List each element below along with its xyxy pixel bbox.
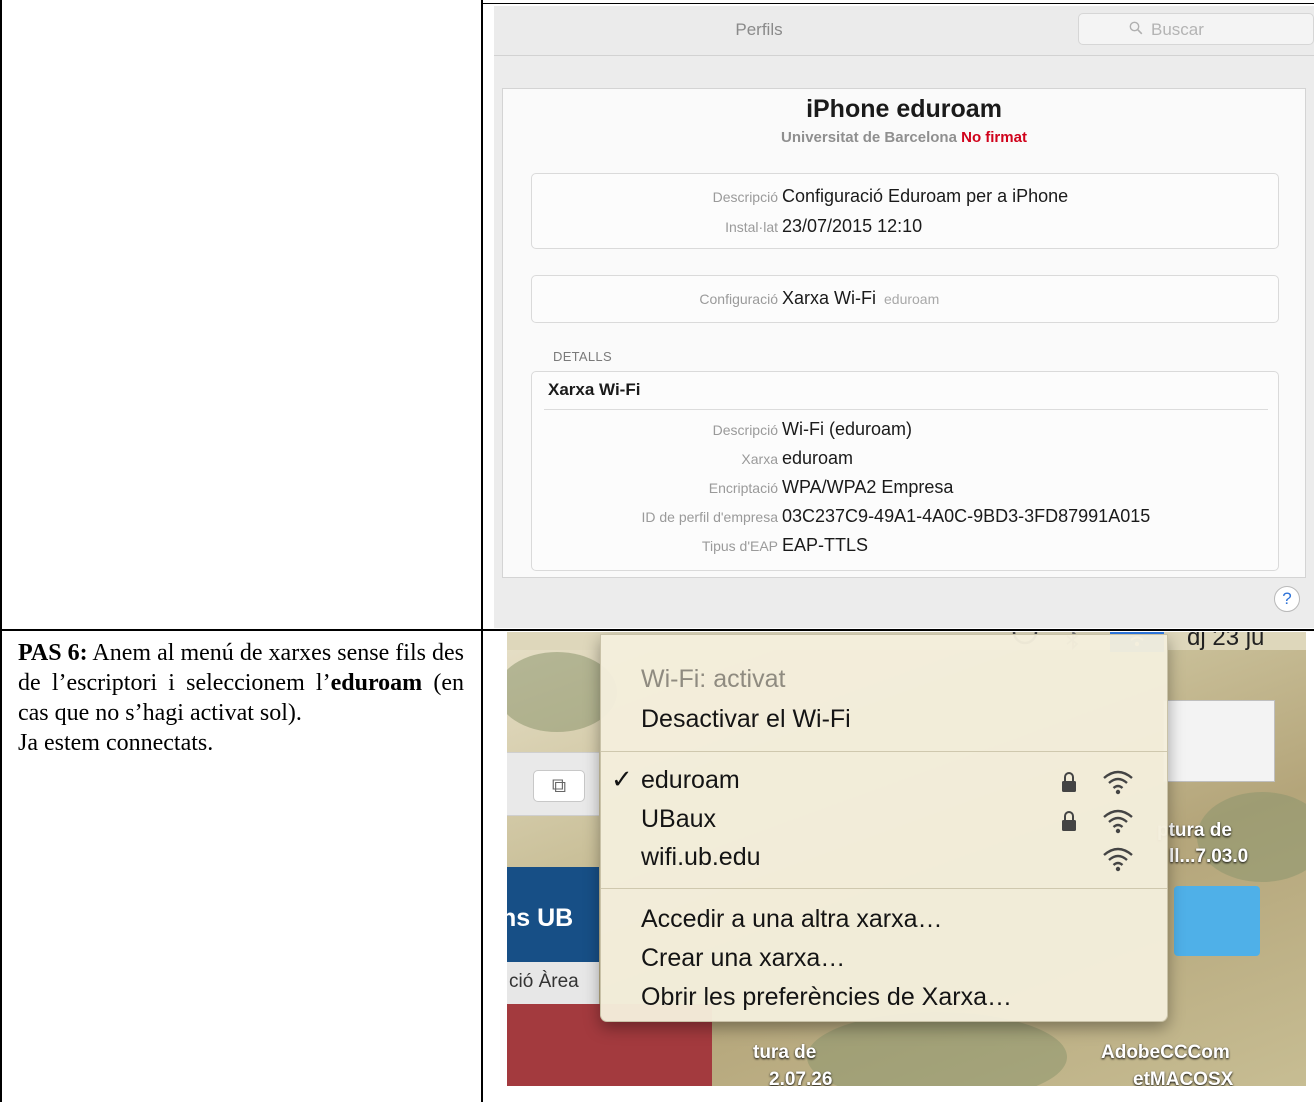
- row-value: Configuració Eduroam per a iPhone: [782, 186, 1069, 206]
- ub-banner: ns UB: [507, 867, 599, 975]
- checkmark-icon: ✓: [611, 764, 633, 794]
- profile-name: iPhone eduroam: [806, 95, 1002, 123]
- area-strip: ció Àrea: [507, 962, 599, 1006]
- lock-icon: [1062, 772, 1076, 792]
- details-section-label: DETALLS: [553, 349, 612, 364]
- table-border-left: [0, 0, 2, 1102]
- profile-organization: Universitat de Barcelona: [781, 129, 957, 146]
- network-item-ubaux[interactable]: UBaux: [641, 805, 716, 834]
- lock-icon: [1062, 811, 1076, 831]
- wifi-signal-icon: [1103, 809, 1133, 834]
- row-value: 23/07/2015 12:10: [782, 216, 923, 236]
- table-column-divider: [481, 0, 483, 1102]
- row-key: Encriptació: [708, 480, 778, 496]
- desktop-foliage: [807, 1012, 1067, 1086]
- step-highlight: eduroam: [330, 670, 423, 696]
- desktop-screenshot: dj 23 ju ⧉ ns UB ció Àrea ptura de ll...…: [507, 632, 1306, 1086]
- create-network-item[interactable]: Crear una xarxa…: [641, 944, 845, 973]
- row-key: ID de perfil d'empresa: [641, 509, 778, 525]
- desktop-file-label: AdobeCCCom: [1101, 1042, 1230, 1063]
- profile-subtitle: Universitat de Barcelona No firmat: [503, 129, 1305, 146]
- summary-row-installed: Instal·lat 23/07/2015 12:10: [532, 216, 1278, 238]
- divider: [544, 409, 1268, 410]
- row-value: eduroam: [782, 448, 854, 468]
- row-value: EAP-TTLS: [782, 535, 869, 555]
- details-row: Encriptació WPA/WPA2 Empresa: [532, 477, 1278, 499]
- folder-icon[interactable]: [1174, 886, 1260, 956]
- help-button[interactable]: ?: [1274, 586, 1300, 612]
- details-row: Descripció Wi-Fi (eduroam): [532, 419, 1278, 441]
- configuration-value: Xarxa Wi-Fi: [782, 288, 876, 308]
- join-other-network-item[interactable]: Accedir a una altra xarxa…: [641, 905, 943, 934]
- window-titlebar: Perfils Buscar: [494, 6, 1314, 56]
- desktop-file-label: etMACOSX: [1133, 1069, 1234, 1086]
- divider: [601, 751, 1167, 752]
- profiles-window: Perfils Buscar iPhone eduroam Universita…: [494, 6, 1314, 628]
- row-value: WPA/WPA2 Empresa: [782, 477, 954, 497]
- wifi-status: Wi-Fi: activat: [641, 665, 786, 693]
- row-key: Descripció: [712, 189, 778, 205]
- desktop-file-thumbnail[interactable]: [1163, 700, 1275, 782]
- row-value: 03C237C9-49A1-4A0C-9BD3-3FD87991A015: [782, 506, 1151, 526]
- row-value: Xarxa Wi-Fi eduroam: [782, 288, 939, 309]
- network-item-eduroam[interactable]: eduroam: [641, 766, 740, 795]
- row-key: Descripció: [712, 422, 778, 438]
- desktop-file-label: ll...7.03.0: [1169, 846, 1249, 867]
- step-instruction: PAS 6: Anem al menú de xarxes sense fils…: [18, 638, 464, 758]
- desktop-file-label: 2.07.26: [769, 1069, 833, 1086]
- area-text: ció Àrea: [509, 971, 579, 992]
- details-row: ID de perfil d'empresa 03C237C9-49A1-4A0…: [532, 506, 1278, 528]
- desktop-file-label: ptura de: [1157, 820, 1232, 841]
- summary-row-description: Descripció Configuració Eduroam per a iP…: [532, 186, 1278, 208]
- details-title: Xarxa Wi-Fi: [548, 380, 641, 399]
- details-row: Xarxa eduroam: [532, 448, 1278, 470]
- browser-toolbar: ⧉: [507, 752, 599, 816]
- signed-status-badge: No firmat: [961, 129, 1027, 146]
- details-row: Tipus d'EAP EAP-TTLS: [532, 535, 1278, 557]
- search-field[interactable]: Buscar: [1078, 13, 1314, 45]
- row-key: Tipus d'EAP: [701, 538, 778, 554]
- row-value: Wi-Fi (eduroam): [782, 419, 913, 439]
- row-key: Instal·lat: [725, 219, 778, 235]
- details-card: Xarxa Wi-Fi Descripció Wi-Fi (eduroam) X…: [531, 371, 1279, 571]
- wifi-toggle-item[interactable]: Desactivar el Wi-Fi: [641, 705, 851, 734]
- wifi-signal-icon: [1103, 847, 1133, 872]
- row-key: Xarxa: [741, 451, 778, 467]
- configuration-extra: eduroam: [884, 291, 940, 307]
- configuration-row: Configuració Xarxa Wi-Fi eduroam: [532, 288, 1278, 310]
- search-icon: [1129, 21, 1143, 35]
- menu-bar-clock[interactable]: dj 23 ju: [1187, 632, 1264, 652]
- window-title: Perfils: [735, 20, 783, 39]
- tabs-overview-button[interactable]: ⧉: [533, 770, 585, 802]
- ub-banner-text: ns UB: [507, 904, 574, 932]
- search-placeholder: Buscar: [1151, 20, 1204, 39]
- open-network-preferences-item[interactable]: Obrir les preferències de Xarxa…: [641, 983, 1012, 1012]
- divider: [601, 888, 1167, 889]
- table-row-divider: [0, 629, 1314, 631]
- step-line2: Ja estem connectats.: [18, 730, 214, 756]
- wifi-dropdown-menu: Wi-Fi: activat Desactivar el Wi-Fi ✓ edu…: [600, 634, 1168, 1022]
- summary-card: Descripció Configuració Eduroam per a iP…: [531, 173, 1279, 249]
- configuration-card: Configuració Xarxa Wi-Fi eduroam: [531, 275, 1279, 323]
- table-border-top: [481, 3, 1314, 4]
- wifi-signal-icon: [1103, 770, 1133, 795]
- network-item-wifi-ub-edu[interactable]: wifi.ub.edu: [641, 843, 761, 872]
- profile-detail-panel: iPhone eduroam Universitat de Barcelona …: [502, 88, 1306, 578]
- desktop-file-label: tura de: [753, 1042, 817, 1063]
- row-key: Configuració: [699, 291, 778, 307]
- step-label: PAS 6:: [18, 640, 88, 666]
